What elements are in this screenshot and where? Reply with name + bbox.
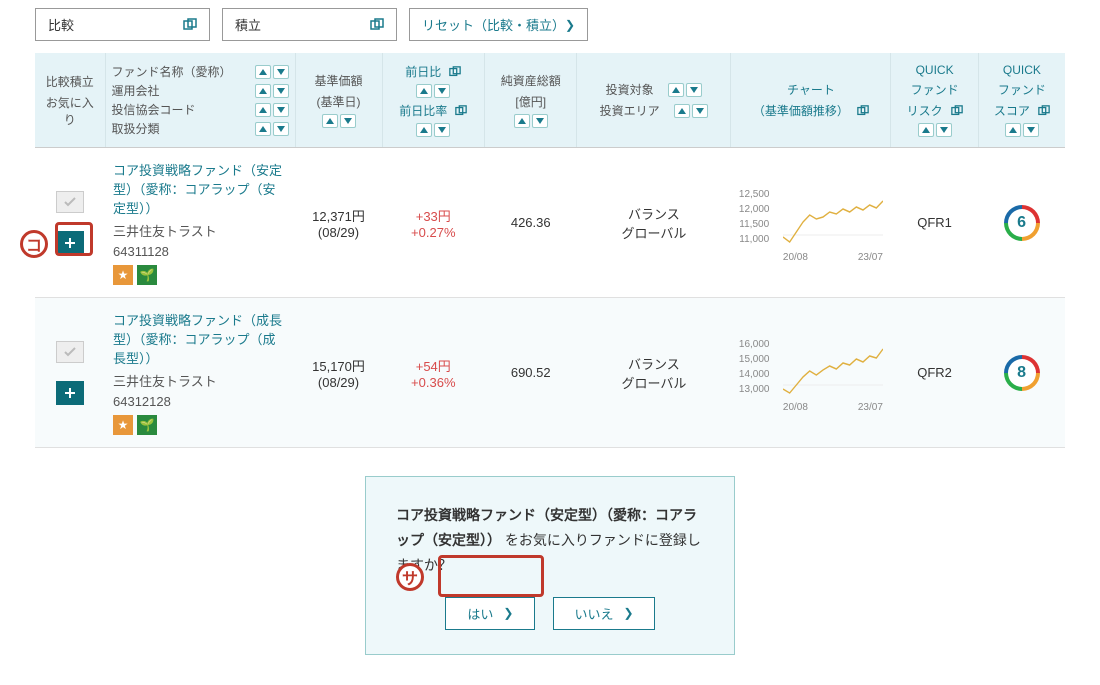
- chart-cell: 12,500 12,000 11,500 11,000 20/08 23/07: [731, 148, 891, 298]
- popout-icon: [951, 105, 963, 117]
- chevron-right-icon: ❯: [623, 606, 633, 620]
- change-cell: +33円 +0.27%: [382, 148, 485, 298]
- sort-desc-button[interactable]: [273, 65, 289, 79]
- popout-icon: [449, 66, 461, 78]
- fund-code: 64311128: [113, 244, 287, 259]
- sort-asc-button[interactable]: [255, 122, 271, 136]
- score-cell: 6: [978, 148, 1065, 298]
- dialog-no-button[interactable]: いいえ ❯: [553, 597, 654, 630]
- star-badge-icon: ★: [113, 415, 133, 435]
- fund-code: 64312128: [113, 394, 287, 409]
- sort-asc-button[interactable]: [255, 65, 271, 79]
- th-assets: 純資産総額 [億円]: [485, 53, 577, 148]
- fund-company: 三井住友トラスト: [113, 371, 287, 390]
- popout-icon: [857, 105, 869, 117]
- change-cell: +54円 +0.36%: [382, 298, 485, 448]
- nav-cell: 15,170円 (08/29): [295, 298, 382, 448]
- sort-asc-button[interactable]: [255, 84, 271, 98]
- th-quick-score: QUICK ファンド スコア: [978, 53, 1065, 148]
- chevron-right-icon: ❯: [503, 606, 513, 620]
- table-row: コア投資戦略ファンド（成長型）（愛称：コアラップ（成長型）） 三井住友トラスト …: [35, 298, 1065, 448]
- th-change: 前日比 前日比率: [382, 53, 485, 148]
- fund-name-link[interactable]: コア投資戦略ファンド（安定型）（愛称：コアラップ（安定型））: [113, 160, 287, 217]
- fund-name-cell: コア投資戦略ファンド（安定型）（愛称：コアラップ（安定型）） 三井住友トラスト …: [105, 148, 295, 298]
- reset-button[interactable]: リセット（比較・積立） ❯: [409, 8, 588, 41]
- table-row: コア投資戦略ファンド（安定型）（愛称：コアラップ（安定型）） 三井住友トラスト …: [35, 148, 1065, 298]
- dialog-yes-button[interactable]: はい ❯: [445, 597, 535, 630]
- sort-asc-button[interactable]: [674, 104, 690, 118]
- sort-asc-button[interactable]: [322, 114, 338, 128]
- sort-desc-button[interactable]: [532, 114, 548, 128]
- accumulate-label: 積立: [235, 15, 261, 34]
- favorite-add-button[interactable]: [56, 381, 84, 405]
- sort-asc-button[interactable]: [514, 114, 530, 128]
- sort-desc-button[interactable]: [273, 84, 289, 98]
- nav-cell: 12,371円 (08/29): [295, 148, 382, 298]
- leaf-badge-icon: 🌱: [137, 265, 157, 285]
- invest-cell: バランス グローバル: [577, 148, 731, 298]
- th-nav: 基準価額 (基準日): [295, 53, 382, 148]
- annotation-sa-circle: サ: [396, 563, 424, 591]
- fund-company: 三井住友トラスト: [113, 221, 287, 240]
- th-invest: 投資対象 投資エリア: [577, 53, 731, 148]
- th-chart: チャート （基準価額推移）: [731, 53, 891, 148]
- th-quick-risk: QUICK ファンド リスク: [891, 53, 978, 148]
- compare-checkbox[interactable]: [56, 191, 84, 213]
- leaf-badge-icon: 🌱: [137, 415, 157, 435]
- chart-cell: 16,000 15,000 14,000 13,000 20/08 23/07: [731, 298, 891, 448]
- sort-asc-button[interactable]: [1005, 123, 1021, 137]
- th-fund-name: ファンド名称（愛称） 運用会社 投信協会コード 取扱分類: [105, 53, 295, 148]
- sort-asc-button[interactable]: [255, 103, 271, 117]
- sparkline-chart: [783, 187, 883, 247]
- sort-desc-button[interactable]: [692, 104, 708, 118]
- sort-desc-button[interactable]: [273, 122, 289, 136]
- assets-cell: 690.52: [485, 298, 577, 448]
- top-button-bar: 比較 積立 リセット（比較・積立） ❯: [0, 0, 1100, 53]
- reset-label: リセット（比較・積立）: [422, 15, 565, 34]
- popout-icon: [1038, 105, 1050, 117]
- risk-cell: QFR2: [891, 298, 978, 448]
- sort-asc-button[interactable]: [416, 84, 432, 98]
- assets-cell: 426.36: [485, 148, 577, 298]
- popout-icon: [183, 18, 197, 32]
- fund-name-cell: コア投資戦略ファンド（成長型）（愛称：コアラップ（成長型）） 三井住友トラスト …: [105, 298, 295, 448]
- sparkline-chart: [783, 337, 883, 397]
- sort-desc-button[interactable]: [434, 123, 450, 137]
- favorite-confirm-dialog: コア投資戦略ファンド（安定型）（愛称：コアラップ（安定型）） をお気に入りファン…: [365, 476, 735, 655]
- chevron-right-icon: ❯: [565, 18, 575, 32]
- risk-cell: QFR1: [891, 148, 978, 298]
- score-badge-icon: 6: [1004, 205, 1040, 241]
- annotation-sa-highlight: [438, 555, 544, 597]
- sort-asc-button[interactable]: [416, 123, 432, 137]
- fund-name-link[interactable]: コア投資戦略ファンド（成長型）（愛称：コアラップ（成長型））: [113, 310, 287, 367]
- th-compare-favorite: 比較積立 お気に入り: [35, 53, 105, 148]
- sort-desc-button[interactable]: [273, 103, 289, 117]
- compare-button[interactable]: 比較: [35, 8, 210, 41]
- compare-checkbox[interactable]: [56, 341, 84, 363]
- sort-desc-button[interactable]: [936, 123, 952, 137]
- sort-asc-button[interactable]: [668, 83, 684, 97]
- compare-label: 比較: [48, 15, 74, 34]
- sort-desc-button[interactable]: [686, 83, 702, 97]
- annotation-ko-circle: コ: [20, 230, 48, 258]
- score-badge-icon: 8: [1004, 355, 1040, 391]
- fund-table: 比較積立 お気に入り ファンド名称（愛称） 運用会社 投信協会コード 取扱分類 …: [35, 53, 1065, 448]
- sort-asc-button[interactable]: [918, 123, 934, 137]
- sort-desc-button[interactable]: [1023, 123, 1039, 137]
- star-badge-icon: ★: [113, 265, 133, 285]
- accumulate-button[interactable]: 積立: [222, 8, 397, 41]
- sort-desc-button[interactable]: [340, 114, 356, 128]
- annotation-ko-highlight: [55, 222, 93, 256]
- sort-desc-button[interactable]: [434, 84, 450, 98]
- popout-icon: [370, 18, 384, 32]
- score-cell: 8: [978, 298, 1065, 448]
- invest-cell: バランス グローバル: [577, 298, 731, 448]
- popout-icon: [455, 105, 467, 117]
